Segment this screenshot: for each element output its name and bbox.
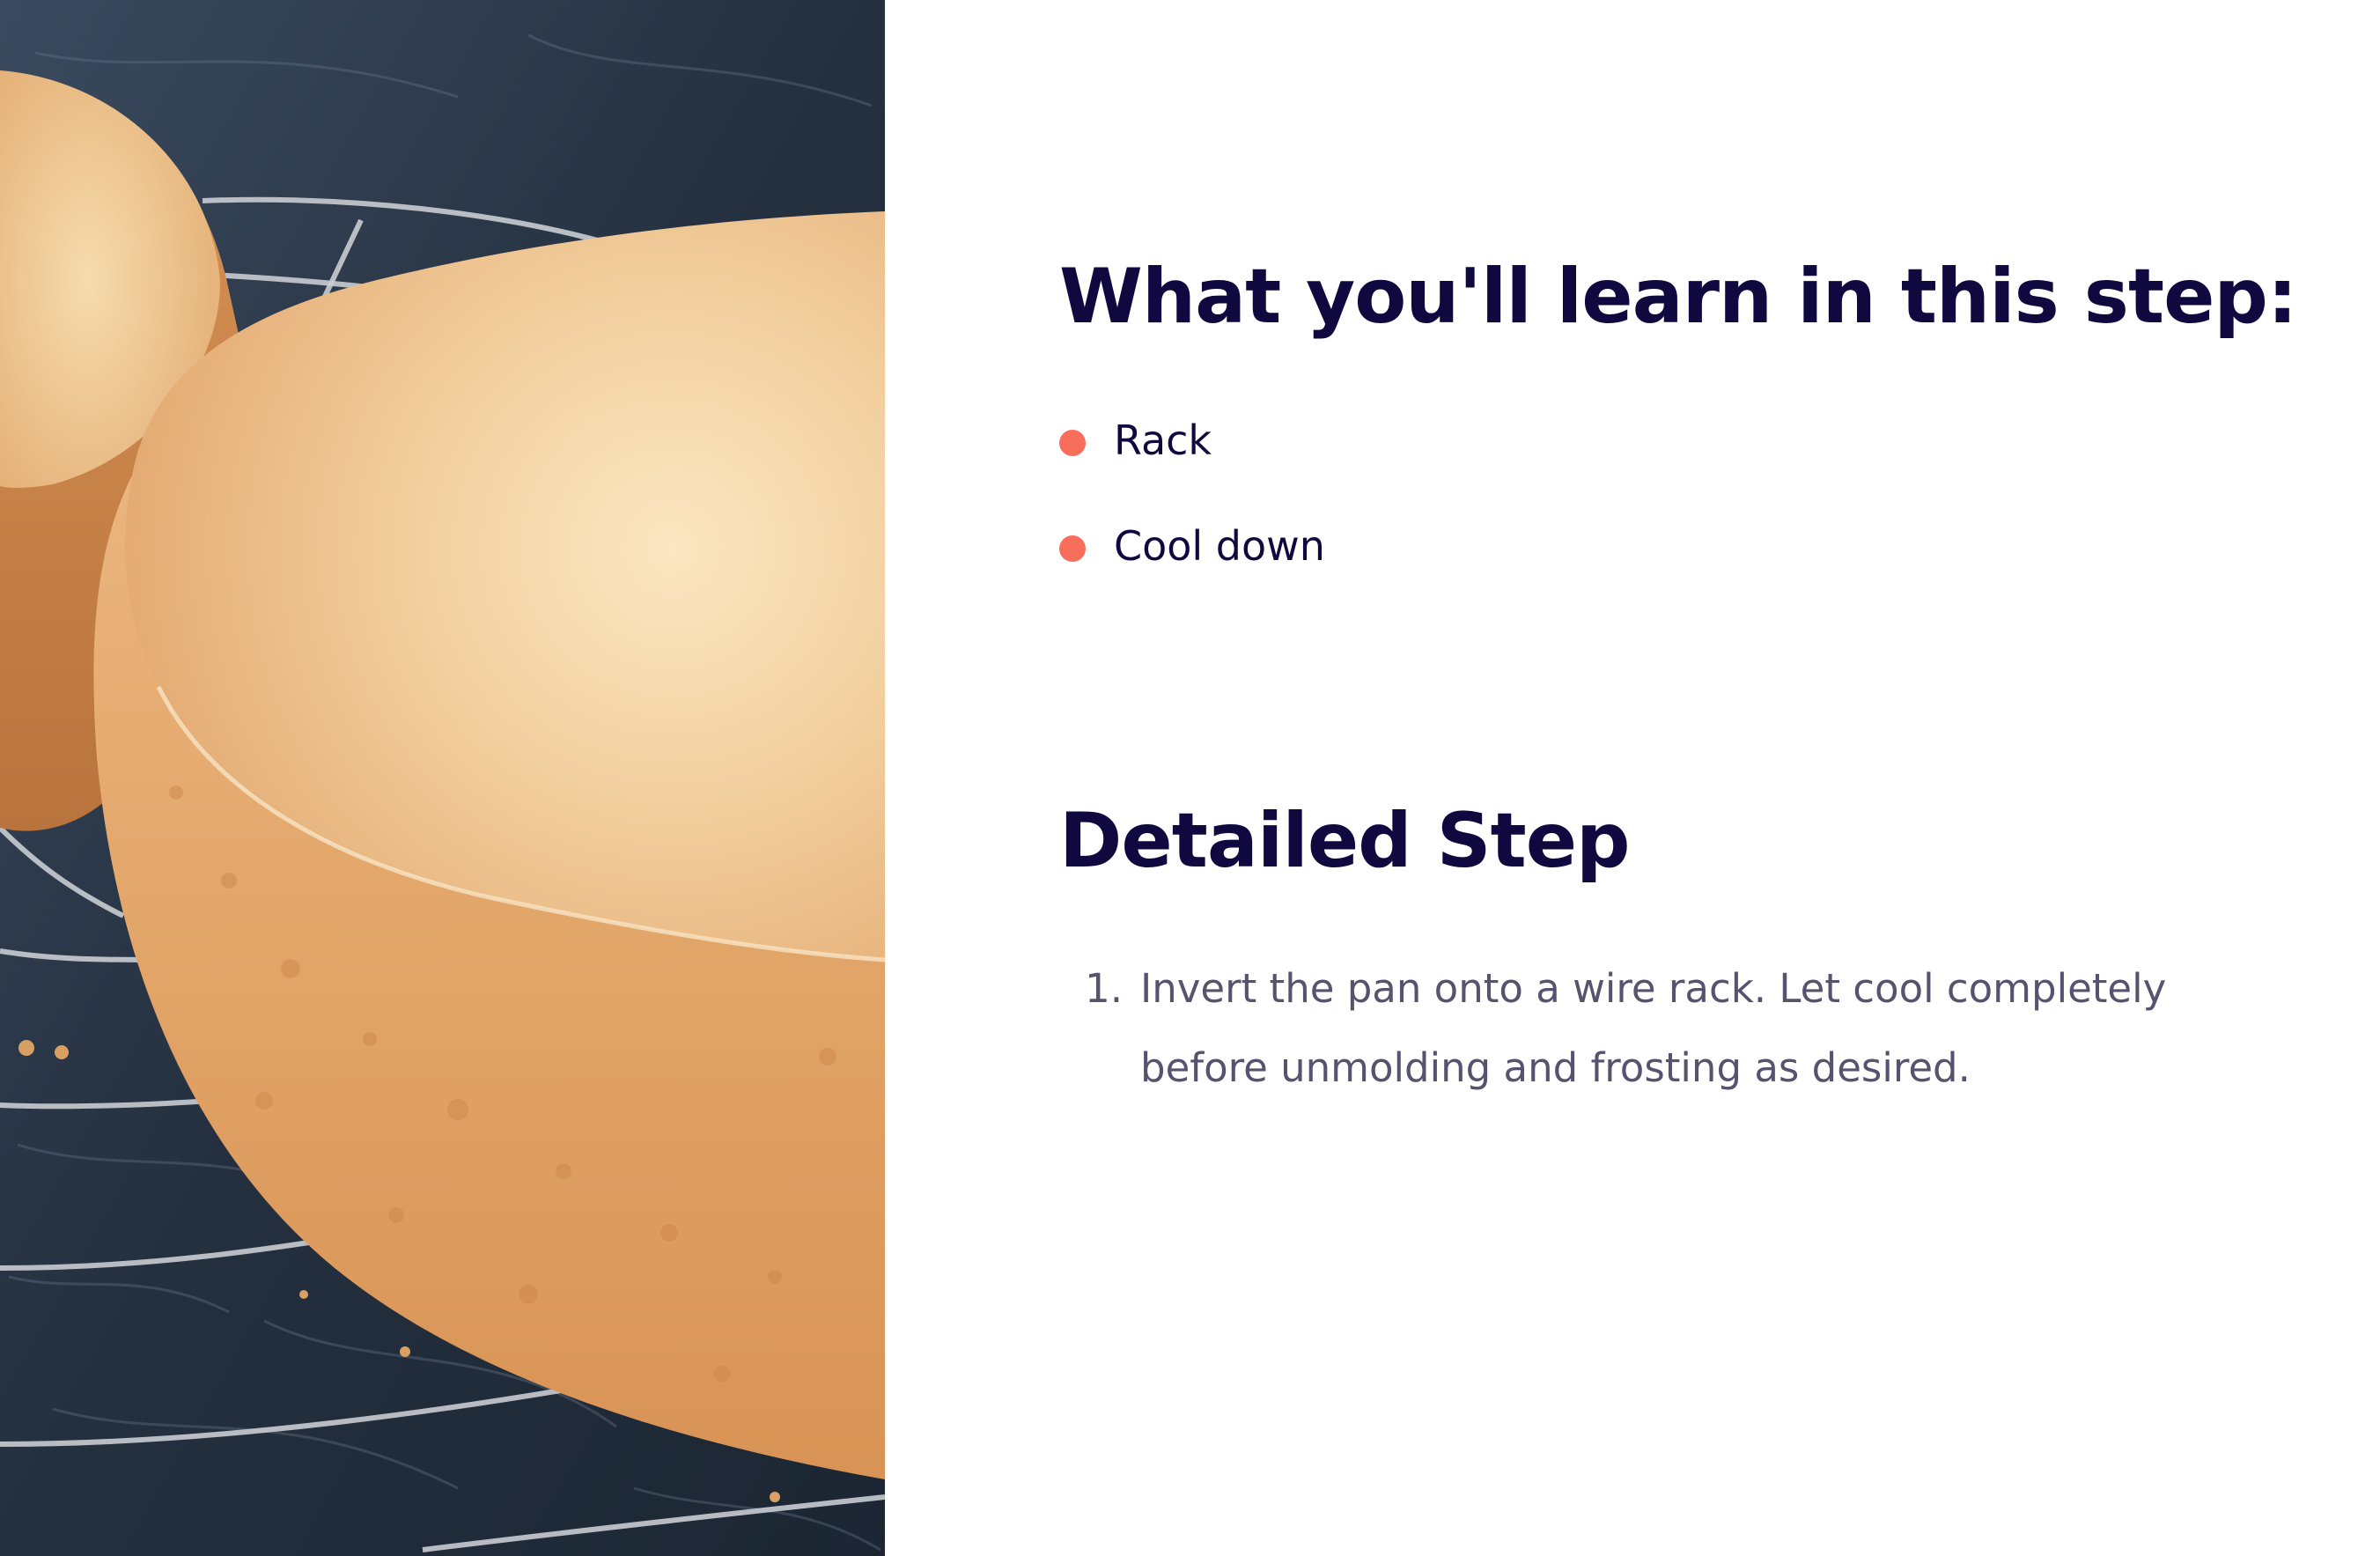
step-content: What you'll learn in this step: Rack Coo… [1059, 0, 2310, 1556]
learn-item-rack: Rack [1059, 387, 1325, 493]
learn-list: Rack Cool down [1059, 387, 1325, 599]
bullet-dot-icon [1059, 535, 1086, 562]
bullet-dot-icon [1059, 430, 1086, 456]
learn-item-label: Cool down [1114, 522, 1325, 570]
recipe-step-page: What you'll learn in this step: Rack Coo… [0, 0, 2380, 1556]
learn-item-cool-down: Cool down [1059, 493, 1325, 599]
step-item: 1. Invert the pan onto a wire rack. Let … [1059, 949, 2292, 1108]
learn-heading: What you'll learn in this step: [1059, 253, 2297, 341]
cake-on-rack-image [0, 0, 885, 1556]
detailed-step-heading: Detailed Step [1059, 797, 1631, 885]
detailed-steps-list: 1. Invert the pan onto a wire rack. Let … [1059, 949, 2292, 1108]
step-text: Invert the pan onto a wire rack. Let coo… [1140, 965, 2167, 1091]
learn-item-label: Rack [1114, 417, 1212, 464]
step-number: 1. [1085, 965, 1123, 1012]
cake-photo [0, 0, 885, 1556]
